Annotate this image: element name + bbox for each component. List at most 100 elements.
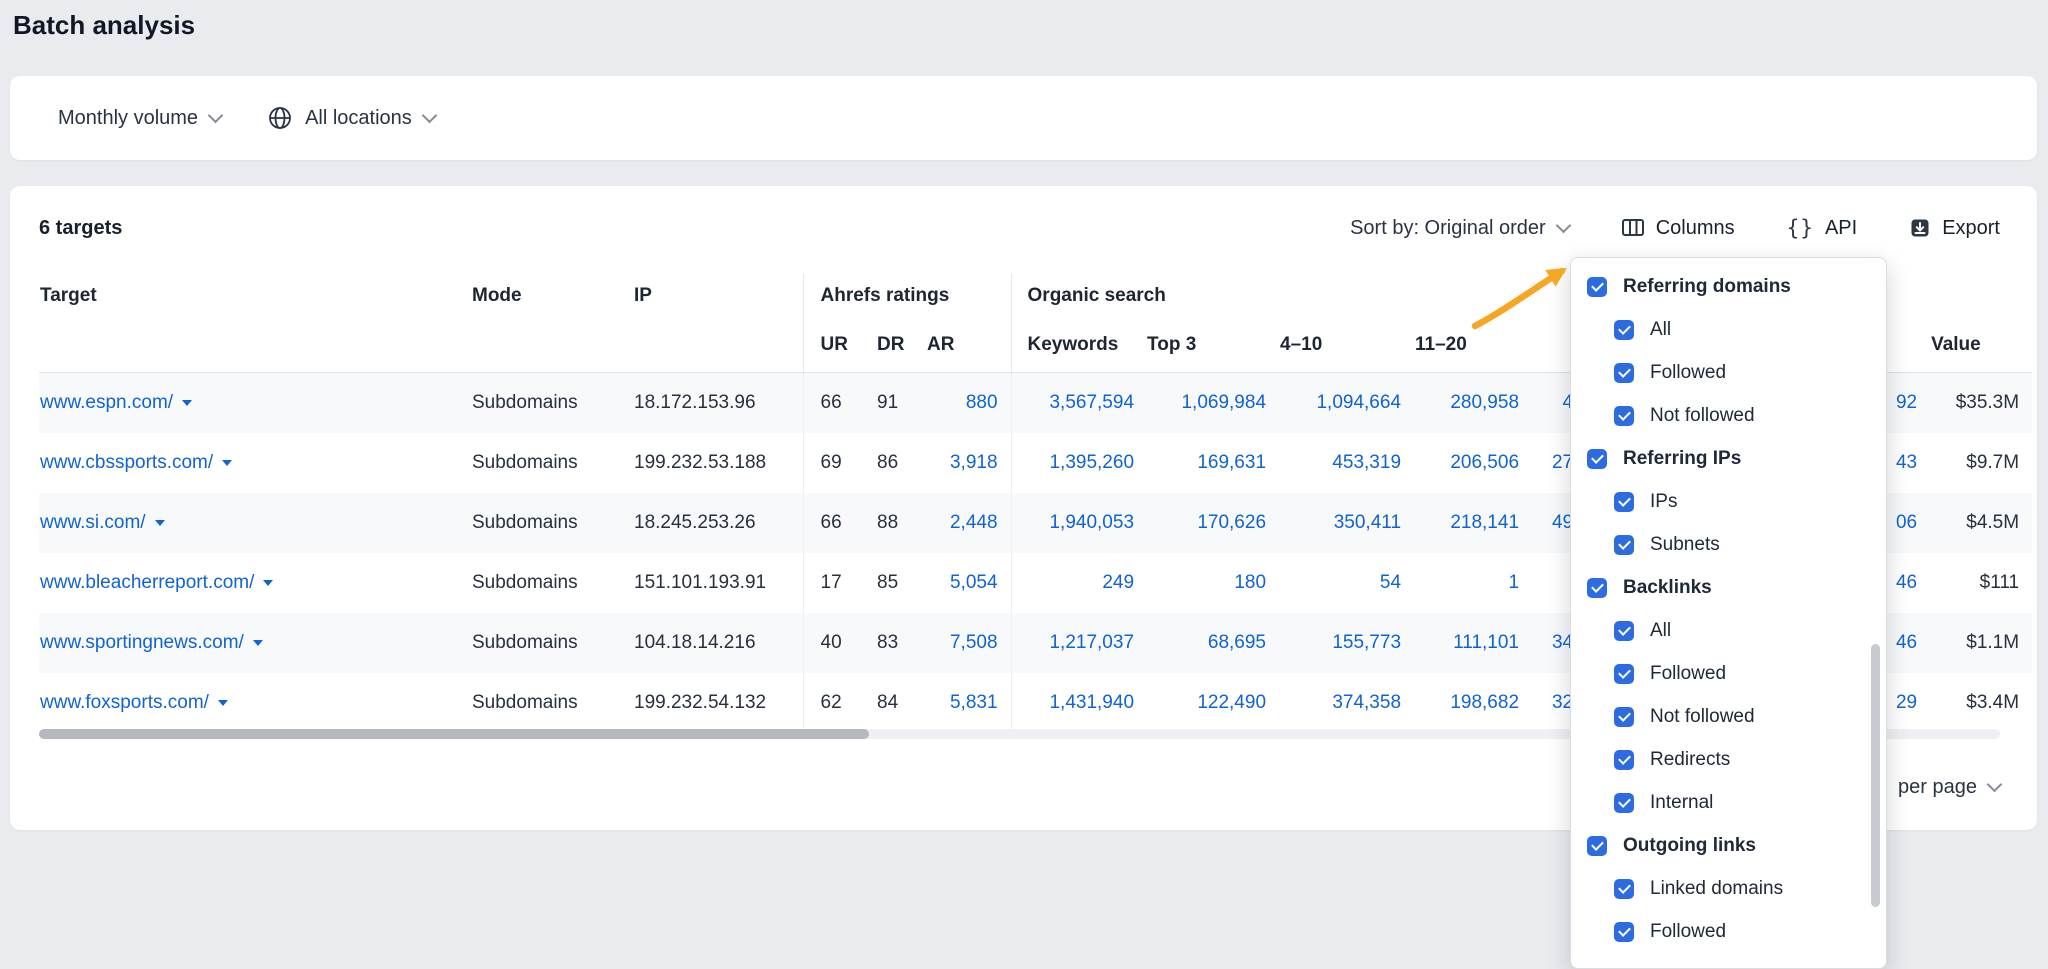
columns-button[interactable]: Columns bbox=[1621, 216, 1735, 240]
checkbox-checked[interactable] bbox=[1614, 406, 1634, 426]
pos11-20-link[interactable]: 198,682 bbox=[1450, 692, 1519, 713]
ar-link[interactable]: 3,918 bbox=[950, 452, 998, 473]
target-link[interactable]: www.si.com/ bbox=[40, 512, 146, 533]
pos11-20-link[interactable]: 206,506 bbox=[1450, 452, 1519, 473]
panel-scrollbar-thumb[interactable] bbox=[1871, 644, 1880, 907]
pos11-20-link[interactable]: 1 bbox=[1508, 572, 1519, 593]
target-caret-icon[interactable] bbox=[182, 400, 192, 406]
target-link[interactable]: www.bleacherreport.com/ bbox=[40, 572, 254, 593]
panel-item-all[interactable]: All bbox=[1571, 609, 1886, 652]
ar-link[interactable]: 5,831 bbox=[950, 692, 998, 713]
pos4-10-link[interactable]: 1,094,664 bbox=[1316, 392, 1401, 413]
pos4-10-link[interactable]: 453,319 bbox=[1332, 452, 1401, 473]
ar-link[interactable]: 5,054 bbox=[950, 572, 998, 593]
traffic-partial-link[interactable]: 06 bbox=[1896, 512, 1917, 533]
top3-link[interactable]: 180 bbox=[1234, 572, 1266, 593]
api-button[interactable]: {} API bbox=[1787, 216, 1858, 240]
panel-item-ips[interactable]: IPs bbox=[1571, 480, 1886, 523]
pos4-10-link[interactable]: 155,773 bbox=[1332, 632, 1401, 653]
column-header-mode[interactable]: Mode bbox=[471, 274, 633, 372]
panel-item-backlinks[interactable]: Backlinks bbox=[1571, 566, 1886, 609]
sort-by-dropdown[interactable]: Sort by: Original order bbox=[1350, 217, 1569, 240]
checkbox-checked[interactable] bbox=[1614, 879, 1634, 899]
top3-link[interactable]: 170,626 bbox=[1197, 512, 1266, 533]
export-button[interactable]: Export bbox=[1909, 217, 2000, 240]
pos4-10-link[interactable]: 374,358 bbox=[1332, 692, 1401, 713]
top3-link[interactable]: 169,631 bbox=[1197, 452, 1266, 473]
target-link[interactable]: www.foxsports.com/ bbox=[40, 692, 209, 713]
checkbox-checked[interactable] bbox=[1587, 277, 1607, 297]
ar-link[interactable]: 2,448 bbox=[950, 512, 998, 533]
target-link[interactable]: www.espn.com/ bbox=[40, 392, 173, 413]
checkbox-checked[interactable] bbox=[1587, 836, 1607, 856]
pos11-20-link[interactable]: 280,958 bbox=[1450, 392, 1519, 413]
target-caret-icon[interactable] bbox=[253, 640, 263, 646]
ar-link[interactable]: 880 bbox=[966, 392, 998, 413]
checkbox-checked[interactable] bbox=[1587, 449, 1607, 469]
column-header-dr[interactable]: DR bbox=[869, 318, 926, 372]
panel-item-redirects[interactable]: Redirects bbox=[1571, 738, 1886, 781]
panel-item-internal[interactable]: Internal bbox=[1571, 781, 1886, 824]
panel-item-referring-ips[interactable]: Referring IPs bbox=[1571, 437, 1886, 480]
checkbox-checked[interactable] bbox=[1614, 750, 1634, 770]
panel-item-followed[interactable]: Followed bbox=[1571, 652, 1886, 695]
checkbox-checked[interactable] bbox=[1614, 492, 1634, 512]
traffic-partial-link[interactable]: 46 bbox=[1896, 572, 1917, 593]
column-header-keywords[interactable]: Keywords bbox=[1011, 318, 1146, 372]
panel-item-all[interactable]: All bbox=[1571, 308, 1886, 351]
column-header-ar[interactable]: AR bbox=[926, 318, 1011, 372]
top3-link[interactable]: 122,490 bbox=[1197, 692, 1266, 713]
panel-item-outgoing-links[interactable]: Outgoing links bbox=[1571, 824, 1886, 867]
checkbox-checked[interactable] bbox=[1614, 363, 1634, 383]
column-header-ip[interactable]: IP bbox=[633, 274, 803, 372]
pos11-20-link[interactable]: 111,101 bbox=[1453, 632, 1519, 653]
checkbox-checked[interactable] bbox=[1614, 535, 1634, 555]
ar-link[interactable]: 7,508 bbox=[950, 632, 998, 653]
checkbox-checked[interactable] bbox=[1614, 320, 1634, 340]
panel-item-followed[interactable]: Followed bbox=[1571, 351, 1886, 394]
checkbox-checked[interactable] bbox=[1614, 707, 1634, 727]
column-header-ur[interactable]: UR bbox=[803, 318, 869, 372]
keywords-link[interactable]: 3,567,594 bbox=[1049, 392, 1134, 413]
checkbox-checked[interactable] bbox=[1587, 578, 1607, 598]
panel-item-not-followed[interactable]: Not followed bbox=[1571, 695, 1886, 738]
locations-dropdown[interactable]: All locations bbox=[267, 105, 435, 131]
column-header-top3[interactable]: Top 3 bbox=[1146, 318, 1279, 372]
traffic-partial-link[interactable]: 29 bbox=[1896, 692, 1917, 713]
keywords-link[interactable]: 1,431,940 bbox=[1049, 692, 1134, 713]
pos4-10-link[interactable]: 350,411 bbox=[1334, 512, 1401, 533]
traffic-partial-link[interactable]: 46 bbox=[1896, 632, 1917, 653]
per-page-dropdown[interactable]: per page bbox=[1898, 776, 2000, 799]
column-header-value[interactable]: Value bbox=[1930, 318, 2032, 372]
target-caret-icon[interactable] bbox=[155, 520, 165, 526]
keywords-link[interactable]: 1,217,037 bbox=[1049, 632, 1134, 653]
checkbox-checked[interactable] bbox=[1614, 621, 1634, 641]
pos11-20-link[interactable]: 218,141 bbox=[1450, 512, 1519, 533]
panel-item-referring-domains[interactable]: Referring domains bbox=[1571, 265, 1886, 308]
target-link[interactable]: www.cbssports.com/ bbox=[40, 452, 213, 473]
horizontal-scrollbar-thumb[interactable] bbox=[39, 729, 869, 739]
traffic-partial-link[interactable]: 43 bbox=[1896, 452, 1917, 473]
panel-item-subnets[interactable]: Subnets bbox=[1571, 523, 1886, 566]
monthly-volume-dropdown[interactable]: Monthly volume bbox=[58, 107, 221, 130]
checkbox-checked[interactable] bbox=[1614, 922, 1634, 942]
keywords-link[interactable]: 249 bbox=[1102, 572, 1134, 593]
column-header-target[interactable]: Target bbox=[39, 274, 471, 372]
target-caret-icon[interactable] bbox=[222, 460, 232, 466]
top3-link[interactable]: 1,069,984 bbox=[1181, 392, 1266, 413]
pos4-10-link[interactable]: 54 bbox=[1380, 572, 1401, 593]
checkbox-checked[interactable] bbox=[1614, 793, 1634, 813]
panel-item-linked-domains[interactable]: Linked domains bbox=[1571, 867, 1886, 910]
keywords-link[interactable]: 1,395,260 bbox=[1049, 452, 1134, 473]
panel-item-followed[interactable]: Followed bbox=[1571, 910, 1886, 953]
column-header-4-10[interactable]: 4–10 bbox=[1279, 318, 1414, 372]
traffic-partial-link[interactable]: 92 bbox=[1896, 392, 1917, 413]
panel-item-not-followed[interactable]: Not followed bbox=[1571, 394, 1886, 437]
target-caret-icon[interactable] bbox=[218, 700, 228, 706]
column-header-11-20[interactable]: 11–20 bbox=[1414, 318, 1532, 372]
target-link[interactable]: www.sportingnews.com/ bbox=[40, 632, 244, 653]
target-caret-icon[interactable] bbox=[263, 580, 273, 586]
keywords-link[interactable]: 1,940,053 bbox=[1049, 512, 1134, 533]
top3-link[interactable]: 68,695 bbox=[1208, 632, 1266, 653]
checkbox-checked[interactable] bbox=[1614, 664, 1634, 684]
